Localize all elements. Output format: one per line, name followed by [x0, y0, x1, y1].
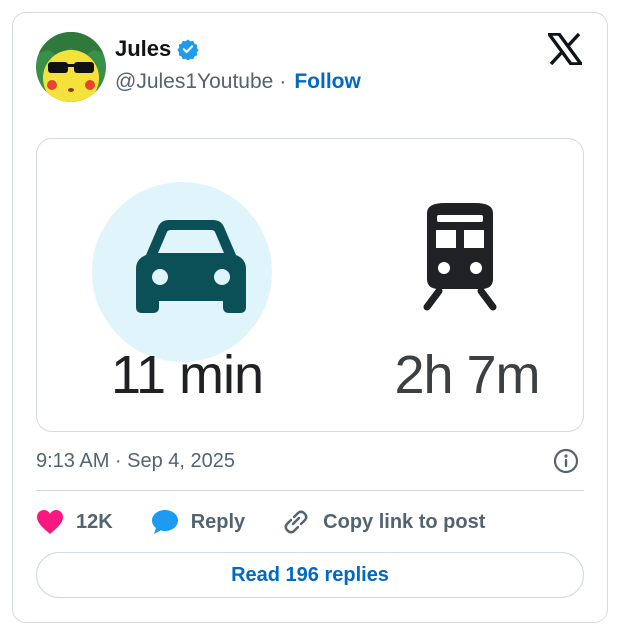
reply-label: Reply: [190, 510, 246, 533]
separator-dot: ·: [279, 70, 287, 93]
handle-row: @Jules1Youtube · Follow: [115, 70, 361, 94]
info-icon[interactable]: [553, 448, 579, 474]
heart-icon: [37, 510, 63, 534]
like-count: 12K: [76, 510, 113, 533]
copy-link-label: Copy link to post: [323, 510, 486, 533]
reply-button[interactable]: Reply: [151, 509, 245, 535]
like-button[interactable]: 12K: [36, 509, 113, 535]
car-travel-time: 11 min: [110, 345, 264, 405]
car-icon: [136, 220, 246, 313]
reply-bubble-icon: [151, 510, 178, 534]
verified-badge-icon: [177, 39, 199, 60]
follow-link[interactable]: Follow: [294, 70, 361, 94]
train-travel-time: 2h 7m: [394, 345, 540, 405]
train-icon: [423, 203, 497, 311]
post-timestamp[interactable]: 9:13 AM · Sep 4, 2025: [36, 450, 235, 473]
author-name[interactable]: Jules: [115, 36, 171, 62]
read-replies-button[interactable]: Read 196 replies: [36, 552, 584, 598]
author-name-row[interactable]: Jules: [115, 36, 199, 62]
x-logo-icon[interactable]: [548, 33, 582, 65]
author-handle[interactable]: @Jules1Youtube: [115, 70, 273, 94]
copy-link-button[interactable]: Copy link to post: [281, 508, 485, 536]
link-icon: [284, 510, 308, 534]
divider: [36, 490, 584, 491]
media-image[interactable]: 11 min 2h 7m: [36, 138, 584, 432]
action-bar: 12K Reply Copy link to post: [36, 506, 485, 538]
avatar[interactable]: [36, 32, 106, 102]
